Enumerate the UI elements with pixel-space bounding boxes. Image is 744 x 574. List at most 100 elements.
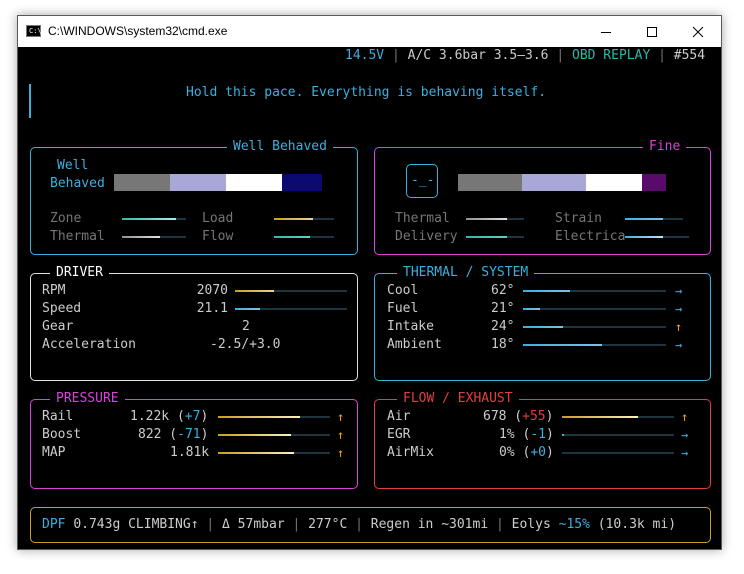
left-label-line2: Behaved — [50, 176, 105, 191]
status-line: 14.5V | A/C 3.6bar 3.5–3.6 | OBD REPLAY … — [345, 48, 705, 64]
thermal-panel-title: THERMAL / SYSTEM — [397, 265, 535, 281]
left-metric-flow-fill — [274, 236, 310, 238]
left-metric-flow: Flow — [202, 229, 234, 244]
thermal-intake-label: Intake — [387, 319, 434, 334]
eolys-rest: (10.3k mi) — [597, 517, 677, 532]
right-metric-thermal: Thermal — [395, 211, 450, 226]
dpf-footer-panel: DPF 0.743g CLIMBING↑ | Δ 57mbar | 277°C … — [30, 507, 711, 543]
face-icon-text: -_- — [411, 173, 435, 188]
thermal-cool-fill — [523, 290, 571, 292]
status-frame: #554 — [673, 48, 706, 63]
left-metric-flow-bar — [274, 236, 334, 238]
driver-rpm-fill — [235, 290, 275, 292]
driver-rpm-bar — [235, 290, 347, 292]
flow-airmix-delta: +0 — [530, 445, 546, 460]
flow-egr-arrow: → — [681, 428, 689, 442]
status-voltage: 14.5V — [345, 48, 385, 63]
right-metric-delivery: Delivery — [395, 229, 458, 244]
flow-air-label: Air — [387, 409, 411, 424]
flow-air-value: 678 (+55) — [483, 409, 554, 424]
driver-speed-bar — [235, 308, 347, 310]
right-panel-title: Fine — [643, 139, 687, 155]
strip-seg-gray — [458, 174, 522, 191]
strip-seg-white — [586, 174, 642, 191]
left-metric-thermal: Thermal — [50, 229, 105, 244]
close-icon — [692, 26, 704, 38]
driver-panel: DRIVER RPM 2070 Speed 21.1 Gear 2 Accele… — [30, 265, 358, 381]
status-sep: | — [548, 48, 572, 63]
minimize-button[interactable] — [583, 16, 629, 47]
flow-egr-value: 1% (-1) — [499, 427, 554, 442]
title-bar[interactable]: C:\ C:\WINDOWS\system32\cmd.exe — [18, 16, 721, 47]
driver-rpm-value: 2070 — [196, 283, 228, 298]
thermal-intake-bar — [523, 326, 666, 328]
driver-speed-value: 21.1 — [196, 301, 228, 316]
driver-gear-label: Gear — [42, 319, 74, 334]
pressure-map-fill — [218, 452, 295, 454]
flow-airmix-num: 0% — [499, 445, 515, 460]
driver-gear-value: 2 — [242, 319, 250, 334]
flow-air-fill — [562, 416, 639, 418]
right-metric-thermal-fill — [466, 218, 507, 220]
pressure-boost-num: 822 — [138, 427, 162, 442]
maximize-button[interactable] — [629, 16, 675, 47]
flow-airmix-value: 0% (+0) — [499, 445, 554, 460]
pressure-rail-fill — [218, 416, 300, 418]
dpf-regen: Regen in ~301mi — [370, 517, 489, 532]
driver-panel-title: DRIVER — [50, 265, 109, 281]
dpf-value: 0.743g CLIMBING↑ — [73, 517, 199, 532]
pressure-boost-bar — [218, 434, 330, 436]
right-metric-strain-fill — [625, 218, 663, 220]
pressure-boost-value: 822 (-71) — [138, 427, 209, 442]
strip-seg-white — [226, 174, 282, 191]
strip-seg-navy — [282, 174, 322, 191]
thermal-ambient-label: Ambient — [387, 337, 442, 352]
flow-egr-num: 1% — [499, 427, 515, 442]
driver-speed-fill — [235, 308, 260, 310]
flow-panel: FLOW / EXHAUST Air 678 (+55) ↑ EGR 1% (-… — [374, 391, 711, 489]
eolys-pct: ~15% — [558, 517, 590, 532]
driver-rpm-label: RPM — [42, 283, 66, 298]
eolys-label: Eolys — [511, 517, 551, 532]
thermal-ambient-bar — [523, 344, 666, 346]
pressure-map-label: MAP — [42, 445, 66, 460]
console-icon-label: C:\ — [29, 27, 42, 35]
driver-speed-label: Speed — [42, 301, 82, 316]
left-label-line1: Well — [57, 158, 89, 173]
pressure-boost-fill — [218, 434, 291, 436]
left-status-panel: Well Behaved Well Behaved Zone Load Ther… — [30, 139, 358, 255]
flow-egr-fill — [562, 434, 565, 436]
left-metric-zone: Zone — [50, 211, 82, 226]
pressure-panel-title: PRESSURE — [50, 391, 125, 407]
pressure-rail-value: 1.22k (+7) — [130, 409, 209, 424]
dpf-temp: 277°C — [308, 517, 348, 532]
pressure-boost-delta: -71 — [177, 427, 201, 442]
flow-egr-label: EGR — [387, 427, 411, 442]
console-icon: C:\ — [26, 25, 42, 37]
right-metric-electrica: Electrica — [555, 229, 626, 244]
thermal-fuel-value: 21° — [491, 301, 515, 316]
footer-sep: | — [355, 517, 363, 532]
right-metric-strain-bar — [625, 218, 683, 220]
strip-seg-lavender — [522, 174, 586, 191]
message-marker — [29, 84, 31, 118]
right-metric-electrica-bar — [625, 236, 689, 238]
right-metric-delivery-fill — [466, 236, 507, 238]
thermal-fuel-label: Fuel — [387, 301, 419, 316]
right-status-panel: Fine -_- Thermal Strain Delivery Electri… — [374, 139, 711, 255]
pressure-map-arrow: ↑ — [337, 446, 345, 460]
right-metric-delivery-bar — [466, 236, 524, 238]
thermal-cool-arrow: → — [675, 284, 683, 298]
thermal-panel: THERMAL / SYSTEM Cool 62° → Fuel 21° → I… — [374, 265, 711, 381]
thermal-ambient-arrow: → — [675, 338, 683, 352]
close-button[interactable] — [675, 16, 721, 47]
flow-airmix-arrow: → — [681, 446, 689, 460]
right-metric-electrica-fill — [625, 236, 664, 238]
driver-accel-label: Acceleration — [42, 337, 136, 352]
flow-egr-delta: -1 — [530, 427, 546, 442]
console-output[interactable]: 14.5V | A/C 3.6bar 3.5–3.6 | OBD REPLAY … — [18, 47, 721, 549]
thermal-intake-fill — [523, 326, 564, 328]
dpf-delta: Δ 57mbar — [222, 517, 285, 532]
pressure-panel: PRESSURE Rail 1.22k (+7) ↑ Boost 822 (-7… — [30, 391, 358, 489]
minimize-icon — [601, 32, 611, 33]
